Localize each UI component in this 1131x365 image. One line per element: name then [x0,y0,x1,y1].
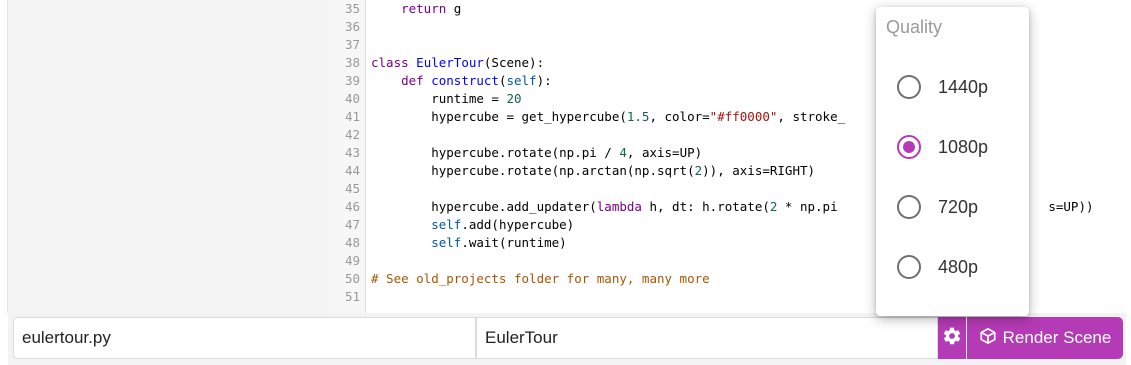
scene-name-input[interactable]: EulerTour [476,317,938,359]
settings-button[interactable] [938,317,966,359]
quality-option-480p[interactable]: 480p [876,243,1029,291]
render-scene-button[interactable]: Render Scene [967,317,1123,359]
quality-option-label: 480p [938,256,979,277]
line-number: 42 [344,127,360,142]
radio-button[interactable] [897,255,921,279]
quality-title: Quality [886,17,943,37]
line-number: 35 [344,1,360,16]
line-number: 40 [344,91,360,106]
line-number: 44 [344,163,360,178]
cube-icon [979,327,997,350]
radio-button[interactable] [897,195,921,219]
line-number: 38 [344,55,360,70]
render-scene-label: Render Scene [1002,328,1112,347]
right-margin [1118,0,1131,365]
line-number: 36 [344,19,360,34]
line-number: 48 [344,235,360,250]
line-number: 47 [344,217,360,232]
quality-option-label: 1080p [938,136,989,157]
code-line[interactable]: hypercube.rotate(np.pi / 4, axis=UP) [371,144,702,162]
code-line[interactable]: # See old_projects folder for many, many… [371,270,710,288]
line-number: 45 [344,181,360,196]
side-panel [8,0,328,313]
radio-button[interactable] [897,135,921,159]
quality-option-720p[interactable]: 720p [876,183,1029,231]
code-line[interactable]: class EulerTour(Scene): [371,54,544,72]
line-number-gutter: 35 36 37 38 39 40 41 42 43 44 45 46 47 48 49 50 51 [328,0,366,313]
code-line[interactable]: def construct(self): [371,72,552,90]
code-line[interactable]: runtime = 20 [371,90,521,108]
quality-option-1080p[interactable]: 1080p [876,123,1029,171]
code-line[interactable]: self.add(hypercube) [371,216,574,234]
line-number: 41 [344,109,360,124]
code-line[interactable]: hypercube = get_hypercube(1.5, color="#f… [371,108,845,126]
code-line[interactable]: return g [371,0,461,18]
quality-option-1440p[interactable]: 1440p [876,63,1029,111]
line-number: 37 [344,37,360,52]
line-number: 49 [344,253,360,268]
line-number: 51 [344,289,360,304]
quality-dropdown: Quality 1440p 1080p 720p 480p [876,7,1029,316]
filename-input[interactable]: eulertour.py [13,317,476,359]
line-number: 50 [344,271,360,286]
gear-icon [942,326,962,351]
quality-option-label: 1440p [938,76,989,97]
code-line[interactable]: hypercube.rotate(np.arctan(np.sqrt(2)), … [371,162,815,180]
quality-option-label: 720p [938,196,979,217]
left-gutter [0,0,8,313]
radio-button[interactable] [897,75,921,99]
line-number: 46 [344,199,360,214]
line-number: 43 [344,145,360,160]
code-line[interactable]: self.wait(runtime) [371,234,566,252]
line-number: 39 [344,73,360,88]
